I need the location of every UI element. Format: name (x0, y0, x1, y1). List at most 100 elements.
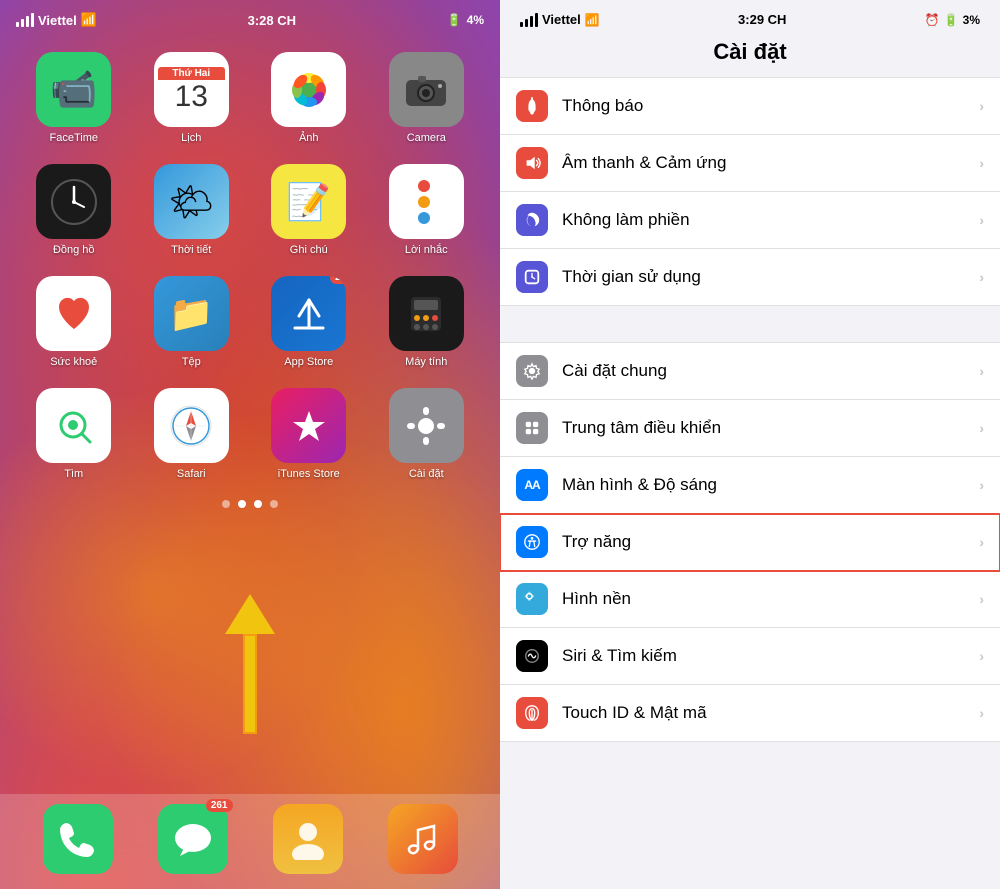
app-grid: FaceTime Thứ Hai 13 Lịch (0, 32, 500, 490)
app-files[interactable]: 📁 Tệp (138, 276, 246, 368)
facetime-icon (36, 52, 111, 127)
calendar-date: 13 (175, 80, 208, 113)
settings-item-thong-bao[interactable]: Thông báo › (500, 77, 1000, 135)
app-clock[interactable]: Đồng hồ (20, 164, 128, 256)
page-dot-1 (222, 500, 230, 508)
app-health[interactable]: Sức khoẻ (20, 276, 128, 368)
health-label: Sức khoẻ (50, 356, 97, 368)
app-weather[interactable]: 🌤 Thời tiết (138, 164, 246, 256)
page-dot-2 (238, 500, 246, 508)
settings-item-touchid[interactable]: Touch ID & Mật mã › (500, 685, 1000, 742)
app-reminders[interactable]: Lời nhắc (373, 164, 481, 256)
settings-section-1: Thông báo › Âm thanh & Cảm ứng › (500, 77, 1000, 306)
page-dot-4 (270, 500, 278, 508)
settings-item-cai-dat-chung[interactable]: Cài đặt chung › (500, 342, 1000, 400)
page-dots (0, 490, 500, 518)
messages-badge: 261 (206, 799, 233, 812)
battery-percent-right: 3% (963, 13, 980, 27)
app-itunes[interactable]: iTunes Store (255, 388, 363, 480)
settings-item-trung-tam[interactable]: Trung tâm điều khiển › (500, 400, 1000, 457)
dock: 261 (0, 794, 500, 889)
settings-item-khong-lam-phien[interactable]: Không làm phiền › (500, 192, 1000, 249)
chevron-hinh-nen: › (979, 591, 984, 607)
app-calculator[interactable]: Máy tính (373, 276, 481, 368)
chevron-dnd: › (979, 212, 984, 228)
left-panel: Viettel 📶 3:28 CH 🔋 4% FaceTime Thứ Hai … (0, 0, 500, 889)
dnd-icon (516, 204, 548, 236)
arrow-body (243, 634, 257, 734)
arrow-head (225, 594, 275, 634)
trung-tam-label: Trung tâm điều khiển (562, 418, 979, 438)
app-camera[interactable]: Camera (373, 52, 481, 144)
dock-messages[interactable]: 261 (158, 804, 228, 874)
time-right: 3:29 CH (738, 12, 786, 27)
siri-label: Siri & Tìm kiếm (562, 646, 979, 666)
general-icon (516, 355, 548, 387)
page-dot-3 (254, 500, 262, 508)
chevron-tro-nang: › (979, 534, 984, 550)
settings-gap-1 (500, 306, 1000, 342)
dock-music[interactable] (388, 804, 458, 874)
thoi-gian-label: Thời gian sử dụng (562, 267, 979, 287)
chevron-cai-dat-chung: › (979, 363, 984, 379)
music-icon (388, 804, 458, 874)
wifi-icon-right: 📶 (585, 13, 600, 27)
app-safari[interactable]: Safari (138, 388, 246, 480)
photos-icon (271, 52, 346, 127)
touchid-label: Touch ID & Mật mã (562, 703, 979, 723)
battery-info-right: ⏰ 🔋 3% (925, 13, 980, 27)
settings-item-siri[interactable]: Siri & Tìm kiếm › (500, 628, 1000, 685)
siri-icon (516, 640, 548, 672)
cai-dat-chung-label: Cài đặt chung (562, 361, 979, 381)
itunes-icon (271, 388, 346, 463)
arrow-annotation (225, 594, 275, 734)
battery-icon-right: 🔋 (944, 13, 959, 27)
chevron-touchid: › (979, 705, 984, 721)
battery-icon-left: 🔋 (447, 13, 462, 27)
touchid-icon (516, 697, 548, 729)
photos-label: Ảnh (299, 132, 319, 144)
status-bar-right: Viettel 📶 3:29 CH ⏰ 🔋 3% (500, 0, 1000, 31)
settings-section-2: Cài đặt chung › Trung tâm điều khiển › (500, 342, 1000, 742)
chevron-trung-tam: › (979, 420, 984, 436)
carrier-info-right: Viettel 📶 (520, 12, 600, 27)
dock-phone[interactable] (43, 804, 113, 874)
chevron-man-hinh: › (979, 477, 984, 493)
app-notes[interactable]: 📝 Ghi chú (255, 164, 363, 256)
signal-bars (16, 13, 34, 27)
settings-home-label: Cài đặt (409, 468, 444, 480)
settings-item-am-thanh[interactable]: Âm thanh & Cảm ứng › (500, 135, 1000, 192)
app-appstore[interactable]: 24 App Store (255, 276, 363, 368)
man-hinh-label: Màn hình & Độ sáng (562, 475, 979, 495)
carrier-name: Viettel (38, 13, 77, 28)
wallpaper-icon (516, 583, 548, 615)
settings-item-man-hinh[interactable]: AA Màn hình & Độ sáng › (500, 457, 1000, 514)
weather-icon: 🌤 (154, 164, 229, 239)
hinh-nen-label: Hình nền (562, 589, 979, 609)
camera-icon (389, 52, 464, 127)
clock-label: Đồng hồ (53, 244, 95, 256)
appstore-icon: 24 (271, 276, 346, 351)
app-photos[interactable]: Ảnh (255, 52, 363, 144)
findmy-icon (36, 388, 111, 463)
safari-label: Safari (177, 468, 206, 480)
dock-contacts[interactable] (273, 804, 343, 874)
control-icon (516, 412, 548, 444)
contacts-icon (273, 804, 343, 874)
calendar-day: Thứ Hai (158, 67, 225, 80)
chevron-am-thanh: › (979, 155, 984, 171)
app-settings-home[interactable]: Cài đặt (373, 388, 481, 480)
settings-item-hinh-nen[interactable]: Hình nền › (500, 571, 1000, 628)
app-facetime[interactable]: FaceTime (20, 52, 128, 144)
messages-icon (158, 804, 228, 874)
app-calendar[interactable]: Thứ Hai 13 Lịch (138, 52, 246, 144)
settings-home-icon (389, 388, 464, 463)
app-findmy[interactable]: Tìm (20, 388, 128, 480)
reminders-icon (389, 164, 464, 239)
settings-item-thoi-gian[interactable]: Thời gian sử dụng › (500, 249, 1000, 306)
settings-title: Cài đặt (500, 31, 1000, 77)
settings-item-tro-nang[interactable]: Trợ năng › (500, 514, 1000, 571)
battery-info-left: 🔋 4% (447, 13, 484, 27)
tro-nang-label: Trợ năng (562, 532, 979, 552)
screen-time-icon (516, 261, 548, 293)
